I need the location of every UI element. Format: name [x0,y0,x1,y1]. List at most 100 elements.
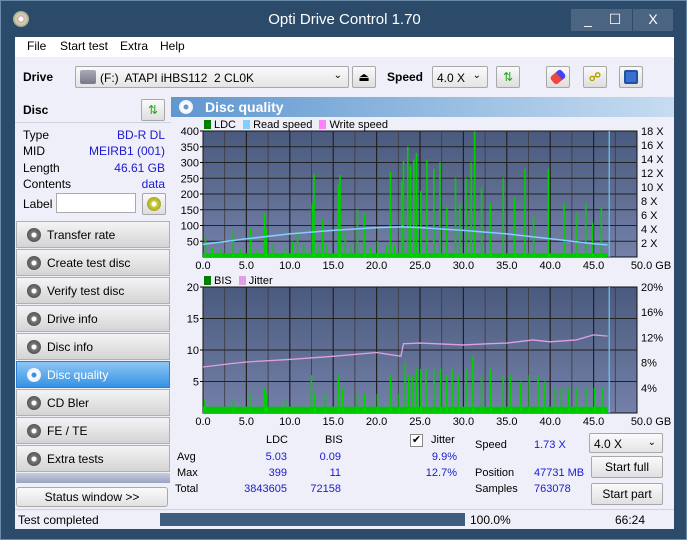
y2-tick-label: 12 X [641,168,664,180]
y-tick-label: 50 [187,236,199,248]
drive-select[interactable]: (F:) ATAPI iHBS112 2 CL0K ⌄ [75,66,349,88]
copy-button[interactable]: ☍ [583,66,607,88]
bis-bar [263,387,266,413]
disc-icon [27,368,41,382]
nav-fe-te[interactable]: FE / TE [16,417,170,444]
jitter-header: Jitter [431,434,455,446]
type-key: Type [23,128,50,142]
total-ldc: 3843605 [244,483,287,495]
speed-label: Speed [387,70,424,84]
disc-refresh-button[interactable]: ⇅ [141,99,165,121]
drive-icon [80,70,96,84]
ldc-bar [513,197,516,257]
nav-cd-bler[interactable]: CD Bler [16,389,170,416]
label-input[interactable] [56,193,136,213]
eject-button[interactable]: ⏏ [352,66,376,88]
y2-tick-label: 16% [641,307,663,319]
start-full-button[interactable]: Start full [591,456,663,478]
elapsed-time: 66:24 [615,513,646,527]
x-tick-label: 50.0 GB [631,260,671,272]
menu-extra[interactable]: Extra [120,39,148,53]
y-tick-label: 250 [181,173,199,185]
y-tick-label: 400 [181,126,199,138]
avg-label: Avg [177,451,196,463]
max-ldc: 399 [268,467,287,479]
nav-create-test-disc[interactable]: Create test disc [16,249,170,276]
disc-contents-row: Contents data [23,177,165,191]
y2-tick-label: 18 X [641,126,664,138]
nav-verify-test-disc[interactable]: Verify test disc [16,277,170,304]
menu-start-test[interactable]: Start test [60,39,108,53]
bis-bar [314,394,316,413]
ldc-chart: 400 350 300 250 200 150 100 50 18 X 16 X 14 X 12 X 1… [181,126,672,427]
status-window-button[interactable]: Status window >> [16,487,168,507]
ldc-bar [439,162,441,257]
menu-file[interactable]: File [27,39,46,53]
bis-bar [411,375,413,413]
x-tick-label: 0.0 [195,416,210,427]
nav-drive-info[interactable]: Drive info [16,305,170,332]
ldc-bar [220,249,222,257]
disc-type-row: Type BD-R DL [23,128,165,142]
nav-label: Transfer rate [47,228,116,242]
ldc-bar [350,244,353,257]
speed-select[interactable]: 4.0 X ⌄ [432,66,488,88]
y-tick-label: 200 [181,189,199,201]
ldc-bar [547,168,550,257]
y2-tick-label: 4% [641,383,657,395]
ldc-bar [363,212,366,257]
x-tick-label: 30.0 [453,416,474,427]
save-button[interactable] [619,66,643,88]
x-tick-label: 10.0 [279,416,300,427]
bis-bar [489,368,492,413]
y-tick-label: 15 [187,314,199,326]
bis-bar [593,387,596,413]
x-tick-label: 30.0 [453,260,474,272]
chevron-down-icon: ⌄ [647,437,656,448]
disc-quality-panel: Disc quality LDC Read speed Write speed … [171,97,674,509]
close-button[interactable]: X [633,9,673,31]
x-tick-label: 15.0 [322,260,343,272]
nav-label: CD Bler [47,396,90,410]
ldc-bar [339,175,341,257]
maximize-button[interactable]: ☐ [598,9,632,31]
y-tick-label: 350 [181,142,199,154]
bis-bar [472,356,474,413]
nav-disc-quality[interactable]: Disc quality [16,361,170,388]
nav-extra-tests[interactable]: Extra tests [16,445,170,472]
start-part-button[interactable]: Start part [591,483,663,505]
disc-icon [27,256,41,270]
y2-tick-label: 8% [641,358,657,370]
max-label: Max [177,467,198,479]
test-speed-select[interactable]: 4.0 X ⌄ [589,433,663,453]
ldc-bar [413,159,415,257]
ldc-bar [337,184,340,257]
title-bar: Opti Drive Control 1.70 _ ☐ X [1,1,687,37]
y2-tick-label: 2 X [641,238,658,250]
ldc-bar [415,153,418,257]
left-panel: Disc ⇅ Type BD-R DL MID MEIRB1 (001) Lengt… [15,97,171,509]
eject-icon: ⏏ [358,70,370,84]
nav-disc-info[interactable]: Disc info [16,333,170,360]
refresh-button[interactable]: ⇅ [496,66,520,88]
drive-label: Drive [23,70,54,84]
label-disc-button[interactable] [142,193,166,215]
legend-jitter: Jitter [248,275,273,287]
bis-bar [519,381,522,413]
y2-tick-label: 8 X [641,196,658,208]
ldc-bar [344,231,347,257]
nav-transfer-rate[interactable]: Transfer rate [16,221,170,248]
y2-tick-label: 10 X [641,182,664,194]
jitter-checkbox[interactable]: ✔ [410,434,423,447]
ldc-bar [470,162,472,257]
avg-jitter: 9.9% [431,451,457,463]
bis-bar [584,387,587,413]
ldc-bar [524,168,526,257]
erase-button[interactable] [546,66,570,88]
menu-help[interactable]: Help [160,39,185,53]
ldc-bar [204,238,207,257]
ldc-bar [265,228,268,257]
bis-bar [420,368,422,413]
x-tick-label: 5.0 [239,416,254,427]
ldc-bar [272,244,275,257]
